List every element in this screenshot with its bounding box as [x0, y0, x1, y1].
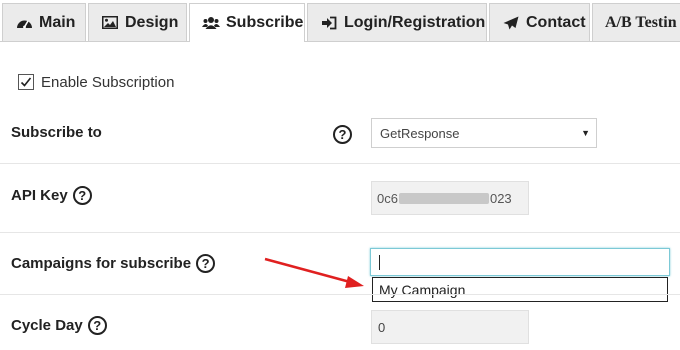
- divider: [0, 294, 680, 295]
- tab-login-registration[interactable]: Login/Registration: [307, 3, 487, 41]
- tab-main-label: Main: [39, 13, 76, 31]
- tab-subscribe[interactable]: Subscribe: [189, 3, 305, 42]
- tab-main[interactable]: Main: [2, 3, 86, 41]
- help-icon[interactable]: ?: [196, 254, 216, 273]
- campaigns-input[interactable]: [370, 248, 670, 276]
- tab-contact[interactable]: Contact: [489, 3, 590, 41]
- dashboard-icon: [15, 15, 33, 31]
- campaigns-label-text: Campaigns for subscribe: [11, 255, 192, 272]
- cycle-day-label: Cycle Day ?: [11, 316, 107, 335]
- help-icon[interactable]: ?: [87, 316, 107, 335]
- enable-subscription-label: Enable Subscription: [41, 74, 175, 91]
- tab-ab-testing[interactable]: A/B Testin: [592, 3, 680, 41]
- tab-design-label: Design: [125, 13, 179, 31]
- paper-plane-icon: [502, 15, 520, 31]
- divider: [0, 232, 680, 233]
- cycle-day-value: 0: [378, 319, 386, 335]
- subscribe-to-label: Subscribe to: [11, 124, 102, 141]
- api-key-label-text: API Key: [11, 187, 68, 204]
- caret-down-icon: ▼: [581, 128, 590, 138]
- api-key-redacted: [398, 192, 489, 204]
- divider: [0, 163, 680, 164]
- subscribe-to-select[interactable]: GetResponse ▼: [371, 118, 597, 148]
- image-icon: [101, 15, 119, 31]
- tab-ab-testing-label: A/B Testin: [605, 13, 677, 31]
- campaign-suggestion-item[interactable]: My Campaign: [372, 277, 668, 302]
- help-icon[interactable]: ?: [72, 186, 92, 205]
- api-key-field[interactable]: 0c6 023: [371, 181, 529, 215]
- text-cursor: [379, 255, 380, 270]
- subscribe-to-selected: GetResponse: [380, 125, 460, 141]
- subscribe-to-label-text: Subscribe to: [11, 124, 102, 141]
- users-icon: [202, 15, 220, 31]
- api-key-suffix: 023: [489, 190, 512, 206]
- cycle-day-label-text: Cycle Day: [11, 317, 83, 334]
- api-key-prefix: 0c6: [377, 190, 398, 206]
- tab-subscribe-label: Subscribe: [226, 14, 304, 31]
- campaigns-label: Campaigns for subscribe ?: [11, 254, 216, 273]
- tab-contact-label: Contact: [526, 13, 586, 31]
- cycle-day-field[interactable]: 0: [371, 310, 529, 344]
- campaign-suggestion-label: My Campaign: [379, 281, 466, 298]
- checkmark-icon: [20, 77, 32, 87]
- help-icon[interactable]: ?: [333, 125, 352, 144]
- enable-subscription-checkbox[interactable]: [18, 74, 34, 90]
- sign-in-icon: [320, 15, 338, 31]
- tab-bar: Main Design Subscribe Login/Registration…: [0, 0, 680, 42]
- api-key-label: API Key ?: [11, 186, 92, 205]
- tab-login-registration-label: Login/Registration: [344, 13, 486, 31]
- tab-design[interactable]: Design: [88, 3, 187, 41]
